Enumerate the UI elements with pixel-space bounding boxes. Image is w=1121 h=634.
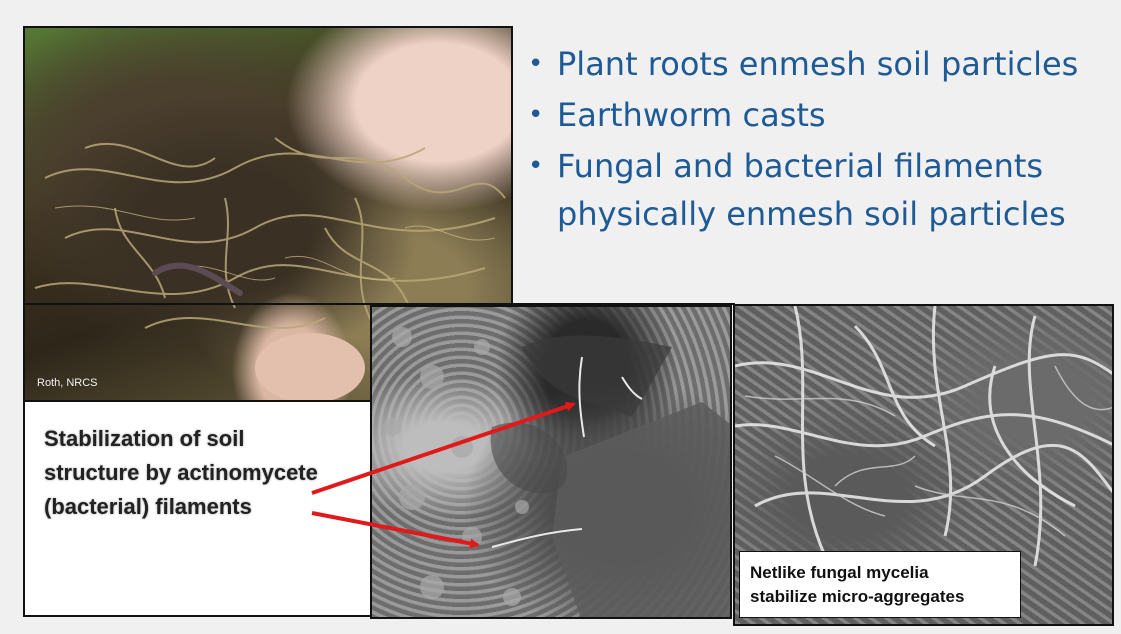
caption-text: Stabilization of soil structure by actin… xyxy=(44,422,374,524)
bullet-text: Plant roots enmesh soil particles xyxy=(557,45,1079,83)
sem-texture-drawing xyxy=(383,327,730,617)
caption-line: (bacterial) filaments xyxy=(44,494,252,519)
bullet-text: Earthworm casts xyxy=(557,96,826,134)
bullet-item: • Plant roots enmesh soil particles xyxy=(528,40,1113,88)
bullet-dot-icon: • xyxy=(528,100,544,130)
fungal-caption-line: stabilize micro-aggregates xyxy=(750,587,965,606)
bullet-item: • Fungal and bacterial filaments physica… xyxy=(528,142,1113,238)
caption-line: Stabilization of soil xyxy=(44,426,245,451)
bullet-item: • Earthworm casts xyxy=(528,91,1113,139)
fungal-caption-line: Netlike fungal mycelia xyxy=(750,563,929,582)
caption-line: structure by actinomycete xyxy=(44,460,318,485)
bacterial-filaments-sem-image xyxy=(370,305,732,619)
fungal-caption-label: Netlike fungal mycelia stabilize micro-a… xyxy=(739,551,1021,618)
slide: Roth, NRCS • Plant roots enmesh soil par… xyxy=(0,0,1121,634)
bullet-dot-icon: • xyxy=(528,151,544,181)
bullet-list: • Plant roots enmesh soil particles • Ea… xyxy=(528,40,1113,241)
caption-box: Stabilization of soil structure by actin… xyxy=(23,402,373,617)
bullet-text: Fungal and bacterial filaments physicall… xyxy=(557,147,1066,233)
photo-credit: Roth, NRCS xyxy=(37,377,98,389)
bullet-dot-icon: • xyxy=(528,49,544,79)
